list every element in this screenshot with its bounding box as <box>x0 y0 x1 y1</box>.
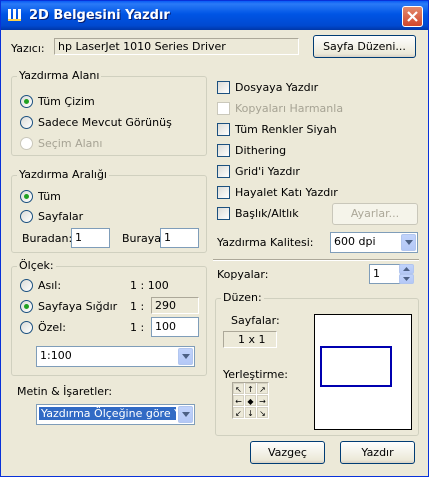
copies-increment-button[interactable] <box>399 264 414 274</box>
close-button[interactable] <box>402 6 423 27</box>
print-dialog: 2D Belgesini Yazdır Yazıcı: hp LaserJet … <box>0 0 429 477</box>
placement-top-left-icon[interactable]: ↖ <box>233 383 244 394</box>
section-divider <box>213 259 419 261</box>
placement-center-icon[interactable]: ◆ <box>245 395 256 406</box>
print-quality-value: 600 dpi <box>334 235 376 248</box>
dropdown-arrow[interactable] <box>178 348 193 365</box>
print-to-file-checkbox[interactable] <box>217 81 230 94</box>
copies-input[interactable]: 1 <box>369 264 401 284</box>
copies-decrement-button[interactable] <box>399 274 414 284</box>
print-ghost-story-label[interactable]: Hayalet Katı Yazdır <box>235 186 338 199</box>
chevron-down-icon <box>182 412 190 417</box>
dropdown-arrow[interactable] <box>178 406 193 423</box>
range-from-label: Buradan: <box>22 232 73 245</box>
print-button[interactable]: Yazdır <box>340 441 415 464</box>
radio-selected-dot <box>24 304 29 309</box>
cancel-button[interactable]: Vazgeç <box>250 441 325 464</box>
app-icon <box>8 9 21 21</box>
print-area-all-radio[interactable] <box>20 95 33 108</box>
pages-value-field: 1 x 1 <box>223 331 277 348</box>
scale-actual-ratio: 1 : 100 <box>130 279 169 292</box>
print-area-current-view-label[interactable]: Sadece Mevcut Görünüş <box>38 116 172 129</box>
settings-button: Ayarlar... <box>332 203 418 225</box>
dropdown-arrow[interactable] <box>401 234 416 251</box>
dithering-checkbox[interactable] <box>217 144 230 157</box>
radio-selected-dot <box>24 194 29 199</box>
printer-name: hp LaserJet 1010 Series Driver <box>58 40 226 53</box>
print-area-selection-radio <box>20 137 33 150</box>
collate-copies-label: Kopyaları Harmanla <box>235 102 344 115</box>
print-to-file-label[interactable]: Dosyaya Yazdır <box>235 81 318 94</box>
range-from-input[interactable]: 1 <box>71 228 110 248</box>
placement-right-icon[interactable]: → <box>257 395 268 406</box>
chevron-down-icon <box>405 240 413 245</box>
window-title: 2D Belgesini Yazdır <box>29 8 170 23</box>
scale-custom-prefix: 1 : <box>130 321 145 334</box>
print-area-current-view-radio[interactable] <box>20 116 33 129</box>
print-area-legend: Yazdırma Alanı <box>17 69 102 82</box>
dithering-label[interactable]: Dithering <box>235 144 286 157</box>
pages-value: 1 x 1 <box>238 333 266 346</box>
all-colors-black-label[interactable]: Tüm Renkler Siyah <box>235 123 337 136</box>
print-range-pages-label[interactable]: Sayfalar <box>38 210 83 223</box>
placement-label: Yerleştirme: <box>223 368 288 381</box>
title-bar[interactable]: 2D Belgesini Yazdır <box>1 1 428 30</box>
print-area-selection-label: Seçim Alanı <box>38 137 103 150</box>
print-quality-label: Yazdırma Kalitesi: <box>217 236 314 249</box>
print-area-all-label[interactable]: Tüm Çizim <box>38 95 95 108</box>
scale-custom-label[interactable]: Özel: <box>38 321 66 334</box>
placement-left-icon[interactable]: ← <box>233 395 244 406</box>
printer-name-field: hp LaserJet 1010 Series Driver <box>54 38 299 55</box>
text-markers-dropdown[interactable]: Yazdırma Ölçeğine göre Yen <box>36 404 195 425</box>
placement-bottom-left-icon[interactable]: ↙ <box>233 407 244 418</box>
print-range-all-label[interactable]: Tüm <box>38 190 61 203</box>
placement-bottom-right-icon[interactable]: ↘ <box>257 407 268 418</box>
scale-legend: Ölçek: <box>17 259 56 272</box>
print-range-legend: Yazdırma Aralığı <box>17 168 109 181</box>
scale-dropdown-value: 1:100 <box>40 349 72 362</box>
print-range-pages-radio[interactable] <box>20 210 33 223</box>
header-footer-label[interactable]: Başlık/Altlık <box>235 207 299 220</box>
page-setup-button[interactable]: Sayfa Düzeni... <box>313 35 416 58</box>
scale-custom-radio[interactable] <box>20 321 33 334</box>
scale-fit-page-prefix: 1 : <box>130 300 145 313</box>
text-markers-label: Metin & İşaretler: <box>17 385 113 398</box>
print-ghost-story-checkbox[interactable] <box>217 186 230 199</box>
scale-fit-page-value: 290 <box>155 299 176 312</box>
all-colors-black-checkbox[interactable] <box>217 123 230 136</box>
scale-actual-radio[interactable] <box>20 279 33 292</box>
scale-dropdown[interactable]: 1:100 <box>36 346 195 367</box>
scale-fit-page-label[interactable]: Sayfaya Sığdır <box>38 300 117 313</box>
range-to-input[interactable]: 1 <box>160 228 199 248</box>
print-area-preview <box>320 346 392 387</box>
print-range-all-radio[interactable] <box>20 190 33 203</box>
placement-bottom-icon[interactable]: ↓ <box>245 407 256 418</box>
page-preview <box>314 314 412 430</box>
print-grid-checkbox[interactable] <box>217 165 230 178</box>
copies-label: Kopyalar: <box>217 268 269 281</box>
scale-fit-page-value-field: 290 <box>151 297 199 314</box>
chevron-down-icon <box>182 354 190 359</box>
radio-selected-dot <box>24 99 29 104</box>
collate-copies-checkbox <box>217 102 230 115</box>
placement-grid[interactable]: ↖ ↑ ↗ ← ◆ → ↙ ↓ ↘ <box>232 382 269 419</box>
scale-actual-label[interactable]: Asıl: <box>38 279 61 292</box>
chevron-up-icon <box>403 267 410 271</box>
placement-top-right-icon[interactable]: ↗ <box>257 383 268 394</box>
text-markers-dropdown-value: Yazdırma Ölçeğine göre Yen <box>39 407 176 420</box>
header-footer-checkbox[interactable] <box>217 207 230 220</box>
pages-label: Sayfalar: <box>231 314 280 327</box>
range-to-label: Buraya: <box>122 232 165 245</box>
layout-legend: Düzen: <box>221 291 264 304</box>
placement-top-icon[interactable]: ↑ <box>245 383 256 394</box>
print-quality-dropdown[interactable]: 600 dpi <box>330 232 418 253</box>
copies-stepper[interactable] <box>399 264 415 284</box>
scale-fit-page-radio[interactable] <box>20 300 33 313</box>
printer-label: Yazıcı: <box>11 42 45 55</box>
chevron-down-icon <box>403 277 410 281</box>
print-grid-label[interactable]: Grid'i Yazdır <box>235 165 300 178</box>
close-icon <box>407 11 418 22</box>
scale-custom-input[interactable]: 100 <box>151 317 199 337</box>
